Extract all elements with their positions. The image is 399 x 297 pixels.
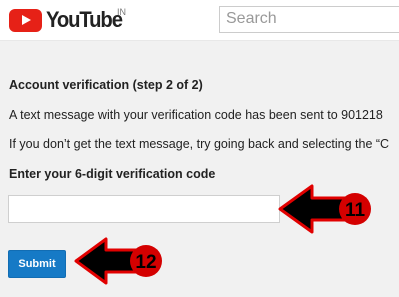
search-input[interactable]: Search: [219, 6, 399, 33]
page-title: Account verification (step 2 of 2): [9, 78, 203, 92]
annotation-arrow-11: 11: [278, 184, 371, 234]
annotation-number-12: 12: [135, 252, 156, 273]
country-code: IN: [117, 7, 126, 17]
submit-button[interactable]: Submit: [8, 250, 66, 278]
code-label: Enter your 6-digit verification code: [9, 167, 216, 181]
verification-panel: Account verification (step 2 of 2) A tex…: [0, 41, 399, 297]
youtube-play-icon: [9, 8, 42, 32]
retry-message: If you don’t get the text message, try g…: [9, 137, 390, 151]
verification-code-input[interactable]: [8, 195, 280, 223]
search-placeholder: Search: [226, 10, 277, 27]
annotation-number-11: 11: [345, 200, 366, 221]
youtube-logo[interactable]: YouTube: [9, 7, 128, 32]
sent-message: A text message with your verification co…: [9, 108, 383, 122]
masthead: YouTube IN Search: [0, 0, 399, 41]
logo-text: YouTube: [46, 7, 123, 32]
annotation-arrow-12: 12: [74, 237, 162, 285]
